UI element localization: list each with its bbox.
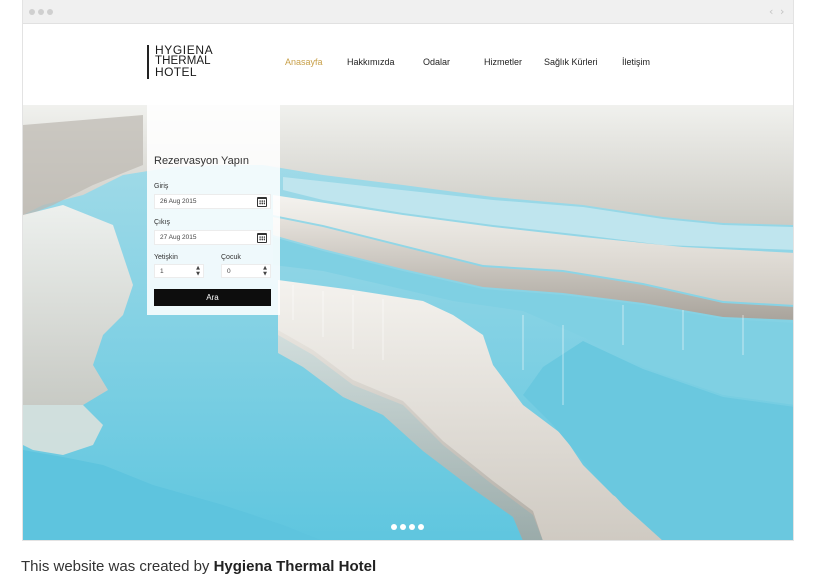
adults-label: Yetişkin xyxy=(154,254,178,261)
checkin-label: Giriş xyxy=(154,183,169,190)
credit-prefix: This website was created by xyxy=(21,558,210,575)
back-arrow-icon[interactable]: ‹ xyxy=(769,5,773,18)
slider-dot[interactable] xyxy=(391,524,397,530)
nav-item-saglik-kurleri[interactable]: Sağlık Kürleri xyxy=(544,57,598,67)
logo-line: HOTEL xyxy=(155,65,198,79)
browser-toolbar: ‹ › xyxy=(23,0,793,24)
window-dot-icon[interactable] xyxy=(29,9,35,15)
browser-window: ‹ › HYGIENA THERMAL HOTEL Anasayfa Hakkı… xyxy=(22,0,794,541)
window-dot-icon[interactable] xyxy=(47,9,53,15)
travertine-terraces-image xyxy=(23,105,793,540)
hotel-logo[interactable]: HYGIENA THERMAL HOTEL xyxy=(147,44,213,79)
checkin-date-value: 26 Aug 2015 xyxy=(160,198,197,205)
forward-arrow-icon[interactable]: › xyxy=(780,5,784,18)
site-header: HYGIENA THERMAL HOTEL Anasayfa Hakkımızd… xyxy=(23,24,793,105)
slider-dot[interactable] xyxy=(409,524,415,530)
checkin-date-input[interactable]: 26 Aug 2015 xyxy=(154,194,271,209)
adults-stepper[interactable]: 1 ▲ ▼ xyxy=(154,264,204,278)
nav-item-hakkimizda[interactable]: Hakkımızda xyxy=(347,57,395,67)
stepper-arrows-icon[interactable]: ▲ ▼ xyxy=(196,265,200,277)
slider-dot[interactable] xyxy=(418,524,424,530)
reservation-title: Rezervasyon Yapın xyxy=(154,155,249,167)
checkout-date-input[interactable]: 27 Aug 2015 xyxy=(154,230,271,245)
checkout-date-value: 27 Aug 2015 xyxy=(160,234,197,241)
checkout-label: Çıkış xyxy=(154,219,170,226)
slider-dot[interactable] xyxy=(400,524,406,530)
nav-item-anasayfa[interactable]: Anasayfa xyxy=(285,57,323,67)
credit-hotel-name: Hygiena Thermal Hotel xyxy=(213,558,377,575)
calendar-icon[interactable] xyxy=(257,197,267,207)
window-dot-icon[interactable] xyxy=(38,9,44,15)
nav-item-hizmetler[interactable]: Hizmetler xyxy=(484,57,522,67)
nav-item-iletisim[interactable]: İletişim xyxy=(622,57,650,67)
children-label: Çocuk xyxy=(221,254,241,261)
nav-item-odalar[interactable]: Odalar xyxy=(423,57,450,67)
children-value: 0 xyxy=(227,268,231,275)
credit-line: This website was created by Hygiena Ther… xyxy=(21,558,376,575)
children-stepper[interactable]: 0 ▲ ▼ xyxy=(221,264,271,278)
reservation-panel: Rezervasyon Yapın Giriş 26 Aug 2015 Çıkı… xyxy=(147,105,280,315)
search-button[interactable]: Ara xyxy=(154,289,271,306)
hero-slider: Rezervasyon Yapın Giriş 26 Aug 2015 Çıkı… xyxy=(23,105,793,540)
calendar-icon[interactable] xyxy=(257,233,267,243)
stepper-arrows-icon[interactable]: ▲ ▼ xyxy=(263,265,267,277)
adults-value: 1 xyxy=(160,268,164,275)
